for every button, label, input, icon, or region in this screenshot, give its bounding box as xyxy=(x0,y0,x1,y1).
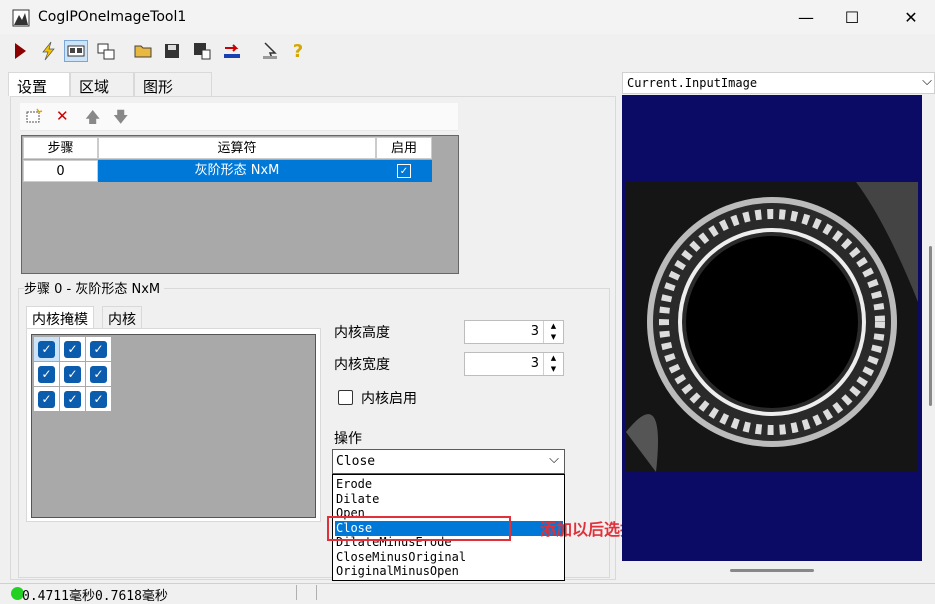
chevron-down-icon: ⌵ xyxy=(549,452,559,467)
kernel-mask-cell[interactable]: ✓ xyxy=(60,337,85,361)
operation-option[interactable]: OriginalMinusOpen xyxy=(335,564,563,579)
run-button[interactable] xyxy=(8,40,32,62)
grid-header-operator[interactable]: 运算符 xyxy=(98,137,376,159)
kernel-width-stepper[interactable]: 3 ▲ ▼ xyxy=(464,352,564,376)
kernel-width-value: 3 xyxy=(530,356,539,371)
app-icon xyxy=(12,9,30,27)
minimize-icon: — xyxy=(798,7,814,27)
open-button[interactable] xyxy=(132,40,156,62)
window-icon xyxy=(97,43,115,60)
kernel-mask-cell[interactable]: ✓ xyxy=(34,362,59,386)
checkbox-checked-icon: ✓ xyxy=(64,390,81,408)
checkbox-checked-icon: ✓ xyxy=(38,365,55,383)
new-step-button[interactable] xyxy=(25,108,43,128)
kernel-mask-cell[interactable]: ✓ xyxy=(86,337,111,361)
save-settings-icon xyxy=(194,43,211,60)
kernel-mask-cell[interactable]: ✓ xyxy=(34,387,59,411)
checkbox-checked-icon: ✓ xyxy=(38,340,55,358)
window-button[interactable] xyxy=(94,40,118,62)
operation-option[interactable]: CloseMinusOriginal xyxy=(335,550,563,565)
section-label: 步骤 0 - 灰阶形态 NxM xyxy=(24,278,165,297)
chevron-down-icon: ⌵ xyxy=(922,74,932,89)
open-folder-icon xyxy=(134,45,152,58)
operation-selected: Close xyxy=(336,454,376,469)
operation-label: 操作 xyxy=(334,431,362,447)
lightning-icon xyxy=(42,41,55,61)
close-button[interactable]: ✕ xyxy=(888,0,934,34)
bearing-image xyxy=(626,182,918,472)
checkbox-checked-icon: ✓ xyxy=(90,390,107,408)
status-text: 0.4711毫秒0.7618毫秒 xyxy=(22,589,168,604)
operation-option[interactable]: Erode xyxy=(335,477,563,492)
vertical-scrollbar[interactable] xyxy=(926,96,935,562)
display-button[interactable] xyxy=(64,40,88,62)
save-icon xyxy=(165,44,179,58)
maximize-button[interactable]: ☐ xyxy=(829,0,875,34)
highlight-box xyxy=(327,516,511,541)
status-divider xyxy=(296,585,297,600)
move-down-button[interactable]: 🡇 xyxy=(113,107,128,132)
scrollbar-thumb[interactable] xyxy=(730,569,814,572)
operation-option[interactable]: Dilate xyxy=(335,492,563,507)
kernel-mask-cell[interactable]: ✓ xyxy=(60,362,85,386)
minimize-button[interactable]: — xyxy=(783,0,829,34)
maximize-icon: ☐ xyxy=(844,7,860,27)
move-up-icon: 🡅 xyxy=(85,108,101,126)
spin-down-icon[interactable]: ▼ xyxy=(543,364,563,375)
reset-button[interactable] xyxy=(220,40,244,62)
tab-kernel-mask[interactable]: 内核掩模 xyxy=(26,306,94,328)
kernel-mask-cell[interactable]: ✓ xyxy=(86,387,111,411)
image-source-value: Current.InputImage xyxy=(627,76,758,90)
checkbox-checked-icon: ✓ xyxy=(397,164,411,178)
spin-up-icon[interactable]: ▲ xyxy=(543,321,563,332)
tab-kernel[interactable]: 内核 xyxy=(102,306,142,328)
horizontal-scrollbar[interactable] xyxy=(622,563,922,577)
grid-cell-step[interactable]: 0 xyxy=(23,160,98,182)
checkbox-checked-icon: ✓ xyxy=(90,340,107,358)
scrollbar-thumb[interactable] xyxy=(929,246,932,406)
save-settings-button[interactable] xyxy=(190,40,214,62)
operation-combobox[interactable]: Close ⌵ xyxy=(332,449,565,474)
image-source-select[interactable]: Current.InputImage ⌵ xyxy=(622,72,935,94)
delete-step-icon: ✕ xyxy=(56,107,69,125)
grid-cell-enabled[interactable]: ✓ xyxy=(376,160,432,182)
spin-down-icon[interactable]: ▼ xyxy=(543,332,563,343)
close-icon: ✕ xyxy=(904,7,918,27)
pick-icon xyxy=(263,42,277,59)
delete-step-button[interactable]: ✕ xyxy=(56,107,69,125)
tab-region[interactable]: 区域 xyxy=(70,72,134,96)
kernel-mask-cell[interactable]: ✓ xyxy=(86,362,111,386)
kernel-height-value: 3 xyxy=(530,324,539,339)
checkbox-checked-icon: ✓ xyxy=(64,340,81,358)
status-divider xyxy=(316,585,317,600)
window-title: CogIPOneImageTool1 xyxy=(38,9,187,25)
kernel-enable-checkbox[interactable] xyxy=(338,390,353,405)
grid-header-enabled[interactable]: 启用 xyxy=(376,137,432,159)
spin-up-icon[interactable]: ▲ xyxy=(543,353,563,364)
lightning-button[interactable] xyxy=(36,40,60,62)
checkbox-checked-icon: ✓ xyxy=(90,365,107,383)
run-icon xyxy=(15,43,26,59)
help-icon: ? xyxy=(292,40,304,62)
reset-icon xyxy=(224,44,240,58)
checkbox-checked-icon: ✓ xyxy=(38,390,55,408)
pick-button[interactable] xyxy=(258,40,282,62)
grid-header-step[interactable]: 步骤 xyxy=(23,137,98,159)
kernel-enable-label: 内核启用 xyxy=(361,391,417,407)
tab-graphics[interactable]: 图形 xyxy=(134,72,212,96)
new-step-icon xyxy=(26,108,43,123)
move-down-icon: 🡇 xyxy=(113,108,129,126)
display-icon xyxy=(67,45,85,57)
tab-settings[interactable]: 设置 xyxy=(8,72,70,96)
checkbox-checked-icon: ✓ xyxy=(64,365,81,383)
help-button[interactable]: ? xyxy=(286,40,310,62)
kernel-mask-cell[interactable]: ✓ xyxy=(34,337,59,361)
kernel-height-label: 内核高度 xyxy=(334,325,390,341)
move-up-button[interactable]: 🡅 xyxy=(85,107,100,132)
grid-cell-operator[interactable]: 灰阶形态 NxM xyxy=(98,160,376,182)
kernel-width-label: 内核宽度 xyxy=(334,357,390,373)
kernel-height-stepper[interactable]: 3 ▲ ▼ xyxy=(464,320,564,344)
save-button[interactable] xyxy=(160,40,184,62)
kernel-mask-cell[interactable]: ✓ xyxy=(60,387,85,411)
